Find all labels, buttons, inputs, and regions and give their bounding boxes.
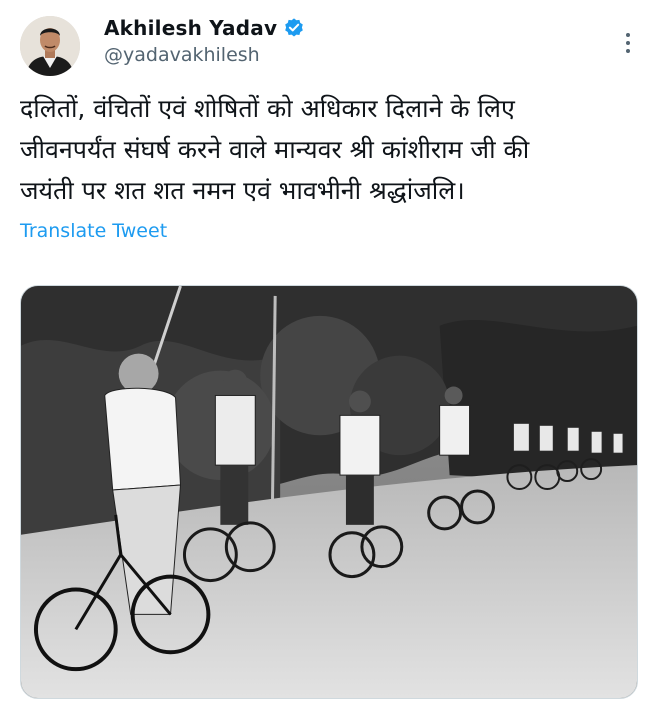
avatar-image: [20, 16, 80, 76]
more-options-icon[interactable]: [616, 30, 640, 56]
tweet-photo[interactable]: [20, 285, 638, 699]
display-name[interactable]: Akhilesh Yadav: [104, 16, 277, 40]
name-row: Akhilesh Yadav: [104, 16, 305, 40]
tweet-text: दलितों, वंचितों एवं शोषितों को अधिकार दि…: [20, 94, 530, 205]
user-handle[interactable]: @yadavakhilesh: [104, 44, 260, 66]
photo-cyclists: [21, 286, 637, 698]
verified-badge-icon: [283, 17, 305, 39]
tweet-header: Akhilesh Yadav @yadavakhilesh: [20, 14, 640, 76]
avatar[interactable]: [20, 16, 80, 76]
translate-tweet-link[interactable]: Translate Tweet: [20, 220, 167, 242]
